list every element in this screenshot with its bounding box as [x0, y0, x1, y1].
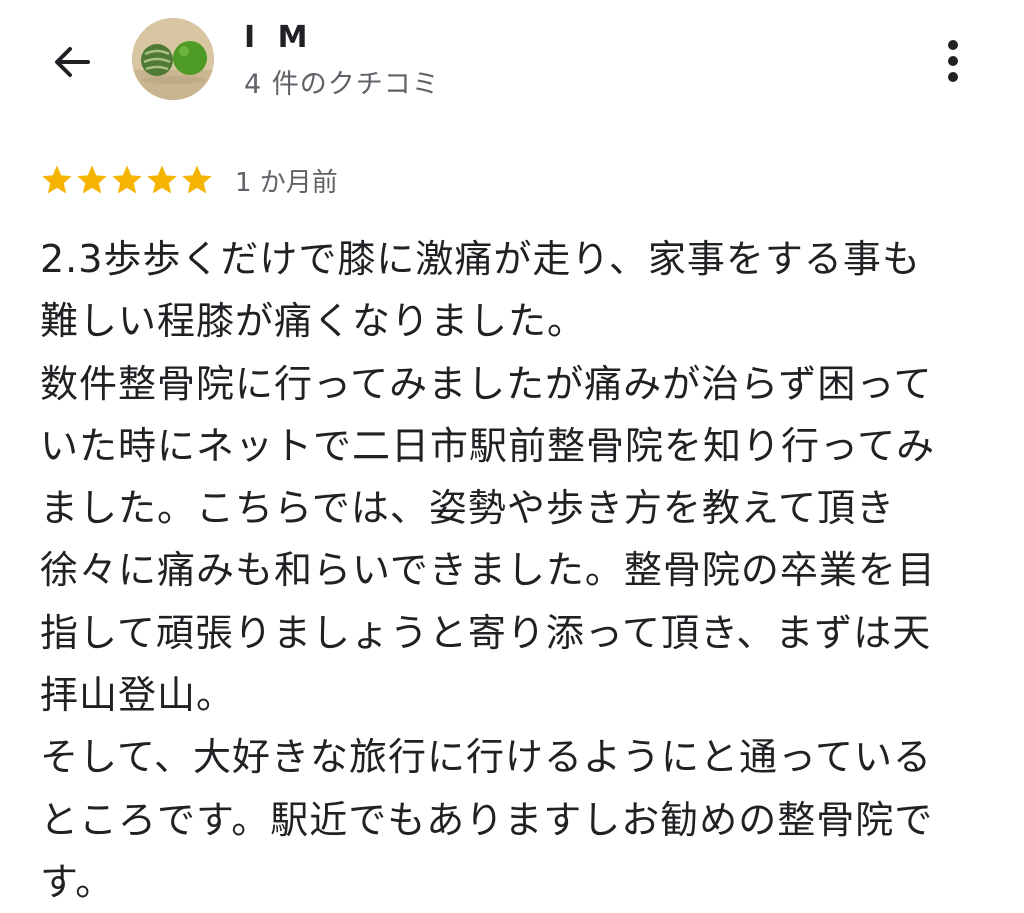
star-icon [42, 165, 72, 194]
avatar-image [132, 18, 214, 100]
review-header: I M 4 件のクチコミ [0, 0, 1024, 130]
avatar[interactable] [132, 18, 214, 100]
star-icon [112, 165, 142, 194]
star-rating [40, 163, 215, 197]
more-options-button[interactable] [928, 34, 978, 88]
star-icon [147, 165, 177, 194]
more-vertical-icon [948, 40, 958, 82]
star-icon [182, 165, 212, 194]
review-text: 2.3歩歩くだけで膝に激痛が走り、家事をする事も 難しい程膝が痛くなりました。 … [40, 237, 936, 904]
review-count: 4 件のクチコミ [244, 69, 440, 100]
star-icon [77, 165, 107, 194]
rating-row: 1 か月前 [40, 160, 338, 200]
back-button[interactable] [40, 30, 104, 94]
review-time: 1 か月前 [235, 167, 338, 198]
user-name[interactable]: I M [244, 20, 313, 55]
arrow-left-icon [55, 47, 90, 77]
